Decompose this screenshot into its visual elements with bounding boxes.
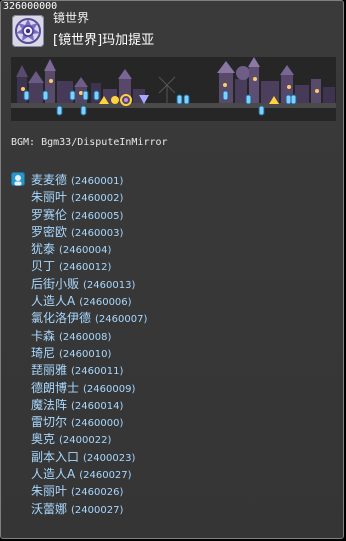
npc-name: 琦尼 <box>31 345 56 360</box>
npc-list-item[interactable]: 琦尼 (2460010) <box>31 343 147 360</box>
npc-list-item[interactable]: 奥克 (2400022) <box>31 429 147 446</box>
npc-list-item[interactable]: 后街小贩 (2460013) <box>31 274 147 291</box>
npc-name: 琵丽雅 <box>31 363 68 378</box>
npc-name: 罗密欧 <box>31 224 68 239</box>
npc-id: (2460000) <box>71 418 124 430</box>
npc-id: (2400022) <box>59 435 112 447</box>
npc-id: (2460008) <box>59 331 112 343</box>
npc-id: (2460013) <box>83 279 136 291</box>
npc-list-item[interactable]: 雷切尔 (2460000) <box>31 412 147 429</box>
npc-name: 人造人A <box>31 467 76 482</box>
npc-list-item[interactable]: 贝丁 (2460012) <box>31 256 147 273</box>
npc-list-item[interactable]: 犹泰 (2460004) <box>31 239 147 256</box>
eye-portal-icon <box>12 15 44 47</box>
npc-name: 后街小贩 <box>31 276 80 291</box>
map-info-panel: 326000000 镜世界 [镜世界]玛加提亚 BGM: Bgm33/Dispu… <box>0 0 344 539</box>
npc-list-item[interactable]: 罗赛伦 (2460005) <box>31 205 147 222</box>
npc-name: 副本入口 <box>31 449 80 464</box>
npc-name: 麦麦德 <box>31 173 68 187</box>
npc-id: (2460005) <box>71 210 124 222</box>
npc-list-item[interactable]: 魔法阵 (2460014) <box>31 395 147 412</box>
npc-list: 麦麦德 (2460001) 朱丽叶 (2460002) 罗赛伦 (2460005) 罗密欧(… <box>31 170 147 516</box>
npc-list-item[interactable]: 朱丽叶 (2460026) <box>31 481 147 498</box>
npc-id: (2400023) <box>83 452 136 464</box>
npc-name: 贝丁 <box>31 259 56 274</box>
npc-list-item[interactable]: 沃蕾娜 (2400027) <box>31 499 147 516</box>
map-name: [镜世界]玛加提亚 <box>53 33 155 48</box>
npc-name: 罗赛伦 <box>31 207 68 222</box>
npc-list-item[interactable]: 人造人A (2460006) <box>31 291 147 308</box>
npc-list-item[interactable]: 氯化洛伊德 (2460007) <box>31 308 147 325</box>
npc-list-item[interactable]: 副本入口 (2400023) <box>31 447 147 464</box>
npc-name: 卡森 <box>31 328 56 343</box>
npc-name: 雷切尔 <box>31 415 68 430</box>
map-id: 326000000 <box>3 1 58 12</box>
npc-name: 氯化洛伊德 <box>31 311 92 326</box>
npc-name: 犹泰 <box>31 242 56 257</box>
npc-id: (2460009) <box>83 383 136 395</box>
lower-ground <box>11 121 336 128</box>
npc-list-item[interactable]: 琵丽雅 (2460011) <box>31 360 147 377</box>
npc-id: (2460004) <box>59 245 112 257</box>
npc-id: (2460010) <box>59 348 112 360</box>
npc-id: (2400027) <box>71 504 124 516</box>
minimap[interactable] <box>11 57 336 128</box>
npc-icon <box>11 172 25 186</box>
npc-name: 朱丽叶 <box>31 484 68 499</box>
npc-name: 魔法阵 <box>31 397 68 412</box>
npc-id: (2460012) <box>59 262 112 274</box>
npc-list-item[interactable]: 德朗博士 (2460009) <box>31 378 147 395</box>
npc-id: (2460026) <box>71 487 124 499</box>
bgm-label: BGM: Bgm33/DisputeInMirror <box>11 137 168 148</box>
npc-id: (2460014) <box>71 400 124 412</box>
npc-list-item[interactable]: 朱丽叶 (2460002) <box>31 187 147 204</box>
npc-id: (2460002) <box>71 193 124 205</box>
npc-list-item[interactable]: 人造人A (2460027) <box>31 464 147 481</box>
npc-name: 朱丽叶 <box>31 190 68 205</box>
npc-name: 沃蕾娜 <box>31 501 68 516</box>
npc-list-item[interactable]: 麦麦德 (2460001) <box>31 170 147 187</box>
map-group: 镜世界 <box>53 11 90 25</box>
npc-name: 人造人A <box>31 294 76 309</box>
npc-list-item[interactable]: 卡森 (2460008) <box>31 326 147 343</box>
npc-name: 德朗博士 <box>31 380 80 395</box>
npc-list-item[interactable]: 罗密欧 (2460003) <box>31 222 147 239</box>
npc-id: (2460006) <box>79 297 132 309</box>
npc-id: (2460001) <box>71 176 124 187</box>
npc-name: 奥克 <box>31 432 56 447</box>
npc-id: (2460007) <box>95 314 148 326</box>
npc-id: (2460003) <box>71 227 124 239</box>
npc-id: (2460011) <box>71 366 124 378</box>
npc-id: (2460027) <box>79 470 132 482</box>
